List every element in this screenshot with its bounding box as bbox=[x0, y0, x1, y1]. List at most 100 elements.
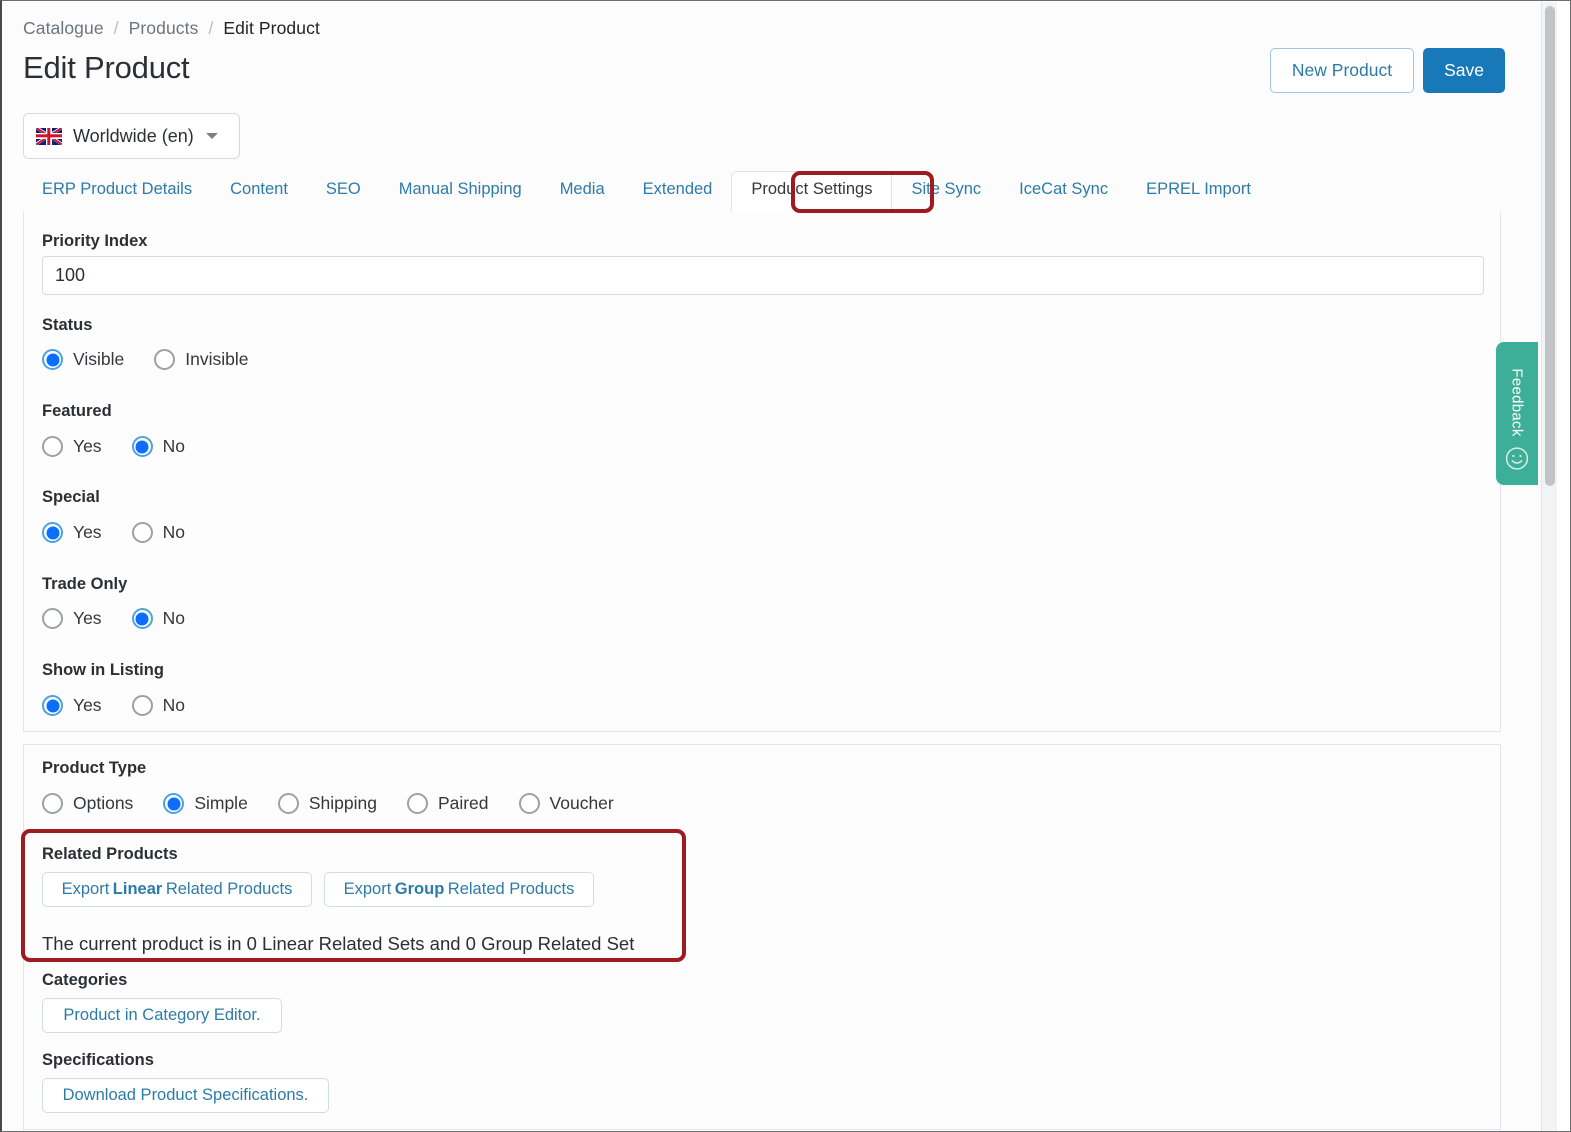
export-linear-bold: Linear bbox=[109, 880, 166, 899]
export-group-bold: Group bbox=[391, 880, 448, 899]
tab-site-sync[interactable]: Site Sync bbox=[892, 180, 1000, 211]
radio-indicator[interactable] bbox=[42, 349, 63, 370]
feedback-tab[interactable]: Feedback bbox=[1496, 342, 1538, 485]
radio-label: Yes bbox=[73, 522, 102, 543]
download-product-specifications-button[interactable]: Download Product Specifications. bbox=[42, 1078, 329, 1113]
tab-media[interactable]: Media bbox=[541, 180, 624, 211]
tab-content[interactable]: Content bbox=[211, 180, 307, 211]
radio-indicator[interactable] bbox=[154, 349, 175, 370]
trade-only-option-yes[interactable]: Yes bbox=[42, 608, 102, 629]
language-selector[interactable]: Worldwide (en) bbox=[23, 113, 240, 159]
radio-indicator[interactable] bbox=[519, 793, 540, 814]
browser-window: Catalogue / Products / Edit Product Edit… bbox=[0, 0, 1571, 1132]
radio-label: Yes bbox=[73, 436, 102, 457]
chevron-down-icon bbox=[206, 133, 218, 139]
radio-label: Options bbox=[73, 793, 133, 814]
status-option-visible[interactable]: Visible bbox=[42, 349, 124, 370]
radio-indicator[interactable] bbox=[42, 522, 63, 543]
radio-indicator[interactable] bbox=[132, 436, 153, 457]
show-in-listing-option-no[interactable]: No bbox=[132, 695, 185, 716]
tab-seo[interactable]: SEO bbox=[307, 180, 380, 211]
export-group-related-products-button[interactable]: Export Group Related Products bbox=[324, 872, 594, 907]
product-type-option-paired[interactable]: Paired bbox=[407, 793, 489, 814]
specifications-label: Specifications bbox=[42, 1051, 154, 1070]
tab-eprel-import[interactable]: EPREL Import bbox=[1127, 180, 1270, 211]
product-type-label: Product Type bbox=[42, 759, 146, 778]
trade-only-radio-group: Yes No bbox=[42, 608, 185, 629]
export-linear-related-products-button[interactable]: Export Linear Related Products bbox=[42, 872, 312, 907]
vertical-scrollbar[interactable] bbox=[1541, 2, 1557, 1131]
export-group-pre: Export bbox=[344, 880, 392, 899]
page-title: Edit Product bbox=[23, 50, 189, 86]
tab-product-settings[interactable]: Product Settings bbox=[731, 171, 892, 212]
uk-flag-icon bbox=[36, 128, 62, 145]
product-type-option-shipping[interactable]: Shipping bbox=[278, 793, 377, 814]
radio-indicator[interactable] bbox=[132, 522, 153, 543]
radio-label: Yes bbox=[73, 608, 102, 629]
export-linear-pre: Export bbox=[62, 880, 110, 899]
breadcrumb-separator: / bbox=[203, 18, 218, 38]
export-linear-post: Related Products bbox=[166, 880, 293, 899]
trade-only-label: Trade Only bbox=[42, 575, 127, 594]
language-selector-label: Worldwide (en) bbox=[73, 126, 194, 147]
product-type-option-simple[interactable]: Simple bbox=[163, 793, 248, 814]
tab-erp-product-details[interactable]: ERP Product Details bbox=[23, 180, 211, 211]
breadcrumb-separator: / bbox=[109, 18, 124, 38]
radio-indicator[interactable] bbox=[278, 793, 299, 814]
radio-indicator[interactable] bbox=[163, 793, 184, 814]
header-actions: New Product Save bbox=[1270, 48, 1505, 93]
special-radio-group: Yes No bbox=[42, 522, 185, 543]
featured-radio-group: Yes No bbox=[42, 436, 185, 457]
save-button[interactable]: Save bbox=[1423, 48, 1505, 93]
priority-index-label: Priority Index bbox=[42, 232, 147, 251]
status-option-invisible[interactable]: Invisible bbox=[154, 349, 248, 370]
radio-label: Yes bbox=[73, 695, 102, 716]
trade-only-option-no[interactable]: No bbox=[132, 608, 185, 629]
priority-index-input[interactable] bbox=[42, 256, 1484, 295]
special-label: Special bbox=[42, 488, 100, 507]
radio-indicator[interactable] bbox=[42, 608, 63, 629]
show-in-listing-option-yes[interactable]: Yes bbox=[42, 695, 102, 716]
breadcrumb-item-edit-product: Edit Product bbox=[223, 18, 320, 38]
feedback-label: Feedback bbox=[1509, 368, 1526, 436]
product-type-option-options[interactable]: Options bbox=[42, 793, 133, 814]
breadcrumb-item-products[interactable]: Products bbox=[129, 18, 199, 38]
featured-option-yes[interactable]: Yes bbox=[42, 436, 102, 457]
radio-indicator[interactable] bbox=[132, 608, 153, 629]
categories-label: Categories bbox=[42, 971, 127, 990]
show-in-listing-label: Show in Listing bbox=[42, 661, 164, 680]
radio-label: Visible bbox=[73, 349, 124, 370]
related-products-summary: The current product is in 0 Linear Relat… bbox=[42, 933, 634, 955]
radio-label: No bbox=[163, 608, 185, 629]
radio-label: Paired bbox=[438, 793, 489, 814]
product-in-category-editor-button[interactable]: Product in Category Editor. bbox=[42, 998, 282, 1033]
product-settings-panel: Priority Index Status Visible Invisible … bbox=[23, 211, 1501, 732]
radio-label: No bbox=[163, 522, 185, 543]
radio-indicator[interactable] bbox=[132, 695, 153, 716]
tab-icecat-sync[interactable]: IceCat Sync bbox=[1000, 180, 1127, 211]
radio-indicator[interactable] bbox=[42, 436, 63, 457]
scrollbar-thumb[interactable] bbox=[1545, 6, 1555, 486]
tab-manual-shipping[interactable]: Manual Shipping bbox=[380, 180, 541, 211]
radio-label: Shipping bbox=[309, 793, 377, 814]
status-label: Status bbox=[42, 316, 92, 335]
related-products-label: Related Products bbox=[42, 845, 178, 864]
page-viewport: Catalogue / Products / Edit Product Edit… bbox=[4, 2, 1557, 1131]
featured-label: Featured bbox=[42, 402, 112, 421]
product-type-option-voucher[interactable]: Voucher bbox=[519, 793, 614, 814]
special-option-no[interactable]: No bbox=[132, 522, 185, 543]
new-product-button[interactable]: New Product bbox=[1270, 48, 1414, 93]
special-option-yes[interactable]: Yes bbox=[42, 522, 102, 543]
radio-label: No bbox=[163, 436, 185, 457]
radio-indicator[interactable] bbox=[42, 695, 63, 716]
export-group-post: Related Products bbox=[448, 880, 575, 899]
tab-bar: ERP Product Details Content SEO Manual S… bbox=[23, 174, 1501, 212]
featured-option-no[interactable]: No bbox=[132, 436, 185, 457]
tab-extended[interactable]: Extended bbox=[624, 180, 732, 211]
radio-indicator[interactable] bbox=[407, 793, 428, 814]
radio-indicator[interactable] bbox=[42, 793, 63, 814]
radio-label: Invisible bbox=[185, 349, 248, 370]
radio-label: Simple bbox=[194, 793, 248, 814]
show-in-listing-radio-group: Yes No bbox=[42, 695, 185, 716]
breadcrumb-item-catalogue[interactable]: Catalogue bbox=[23, 18, 104, 38]
